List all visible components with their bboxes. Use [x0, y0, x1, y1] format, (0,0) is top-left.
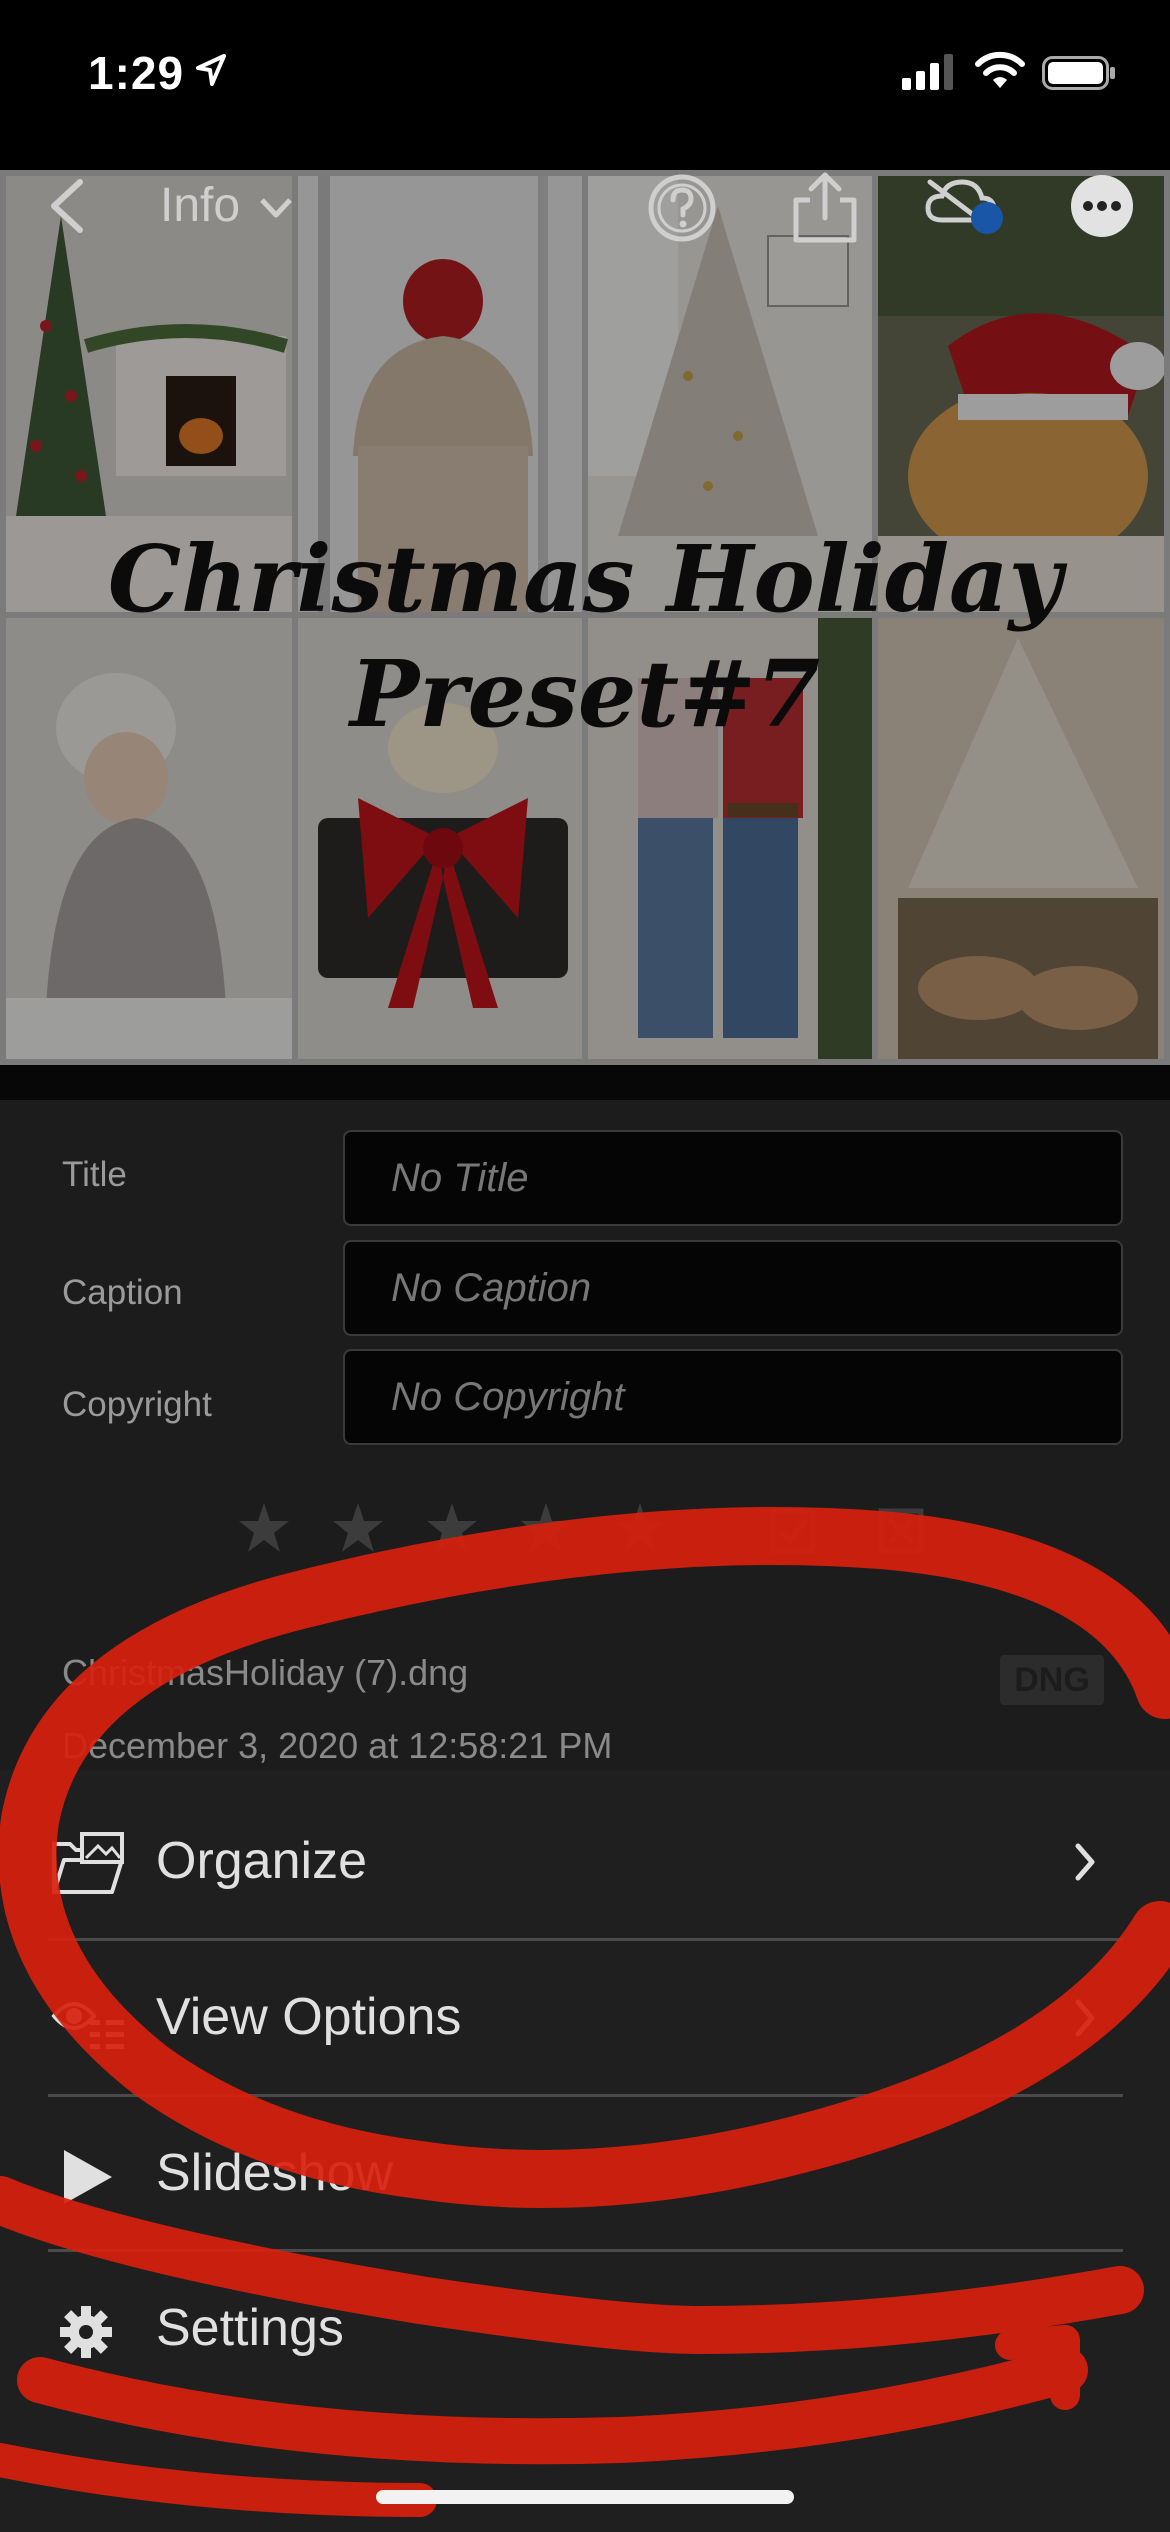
share-icon[interactable] [790, 170, 860, 246]
status-time: 1:29 [88, 47, 185, 99]
eye-list-icon [51, 2002, 124, 2049]
info-dropdown[interactable]: Info [160, 178, 293, 233]
gear-icon [60, 2306, 112, 2358]
menu-item-label: Organize [156, 1832, 367, 1890]
title-field-label: Title [62, 1155, 127, 1194]
caret-down-icon [260, 198, 293, 218]
rating-star-5[interactable] [612, 1500, 668, 1556]
cloud-sync-icon[interactable] [924, 176, 1010, 238]
rating-star-1[interactable] [236, 1500, 292, 1556]
menu-item-view-options[interactable]: View Options [0, 1941, 1170, 2096]
chevron-right-icon [1075, 1999, 1095, 2037]
file-name: ChristmasHoliday (7).dng [62, 1652, 469, 1693]
info-dropdown-label: Info [160, 179, 241, 232]
chevron-right-icon [1075, 1843, 1095, 1881]
folder-photos-icon [52, 1832, 124, 1894]
copyright-field-label: Copyright [62, 1385, 212, 1424]
menu-item-label: View Options [156, 1988, 462, 2046]
menu-item-settings[interactable]: Settings [0, 2252, 1170, 2407]
photo-dim-overlay [0, 170, 1170, 1100]
caption-field-label: Caption [62, 1273, 183, 1312]
rating-star-2[interactable] [330, 1500, 386, 1556]
battery-icon [1042, 56, 1115, 90]
help-icon[interactable] [646, 172, 718, 244]
menu-item-label: Slideshow [156, 2144, 394, 2202]
title-field[interactable] [343, 1130, 1123, 1226]
rating-star-4[interactable] [518, 1500, 574, 1556]
chevron-left-icon[interactable] [44, 178, 92, 234]
photo-area[interactable]: Christmas Holiday Preset#7 [0, 170, 1170, 1100]
flag-reject-icon[interactable] [878, 1508, 924, 1554]
cellular-signal-icon [902, 54, 953, 90]
more-icon[interactable] [1068, 172, 1136, 240]
flag-pick-icon[interactable] [770, 1508, 816, 1554]
play-icon [64, 2150, 112, 2204]
format-badge: DNG [1000, 1655, 1104, 1705]
wifi-icon [975, 51, 1025, 88]
copyright-input[interactable] [345, 1351, 1121, 1443]
location-arrow-icon [196, 54, 226, 86]
caption-field[interactable] [343, 1240, 1123, 1336]
menu-item-slideshow[interactable]: Slideshow [0, 2097, 1170, 2252]
copyright-field[interactable] [343, 1349, 1123, 1445]
menu-item-organize[interactable]: Organize [0, 1785, 1170, 1940]
file-date: December 3, 2020 at 12:58:21 PM [62, 1725, 613, 1766]
rating-star-3[interactable] [424, 1500, 480, 1556]
caption-input[interactable] [345, 1242, 1121, 1334]
title-input[interactable] [345, 1132, 1121, 1224]
menu-item-label: Settings [156, 2299, 344, 2357]
home-indicator [376, 2490, 794, 2504]
status-bar: 1:29 [0, 0, 1170, 170]
